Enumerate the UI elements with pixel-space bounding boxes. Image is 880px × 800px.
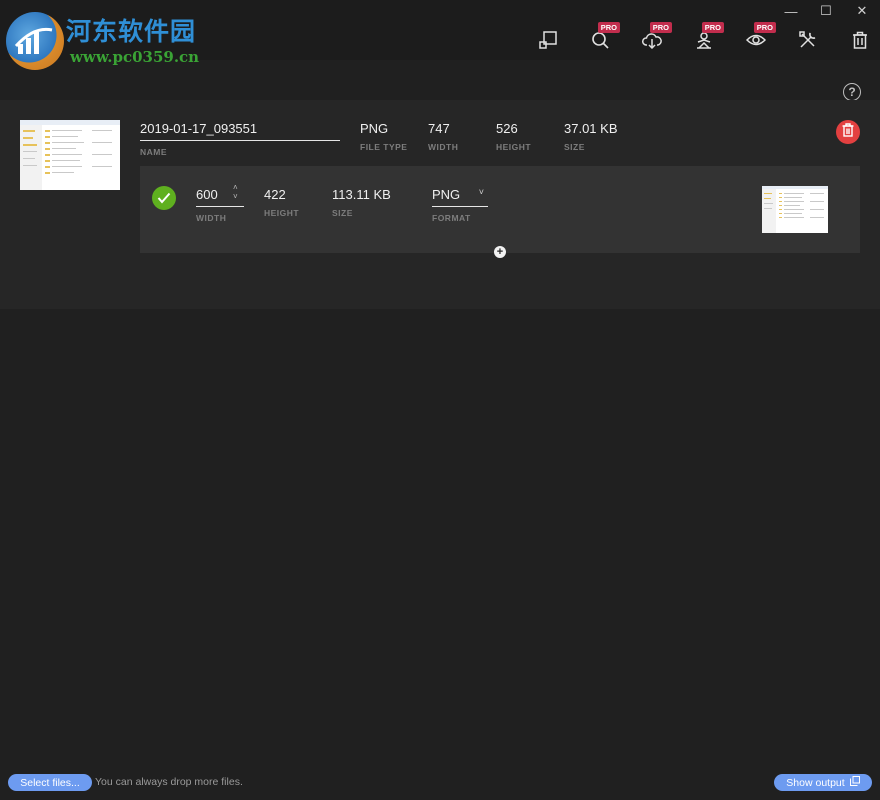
tools-button[interactable]	[792, 22, 824, 54]
tools-icon	[799, 23, 817, 54]
output-height-value: 422	[264, 187, 286, 202]
file-width-label: WIDTH	[428, 142, 459, 152]
copy-icon	[849, 776, 860, 789]
format-value: PNG	[432, 187, 461, 202]
pro-badge: PRO	[597, 22, 620, 33]
search-tool-button[interactable]: PRO	[584, 22, 620, 54]
maximize-button[interactable]: ☐	[816, 2, 836, 20]
help-button[interactable]: ?	[843, 83, 861, 101]
file-width-field: 747 WIDTH	[428, 121, 458, 152]
watermark-url: www.pc0359.cn	[70, 48, 200, 66]
watermark-title: 河东软件园	[66, 17, 197, 46]
chevron-down-icon: ˅	[478, 187, 484, 197]
trash-icon	[852, 23, 868, 54]
file-height-label: HEIGHT	[496, 142, 532, 152]
output-height-field: 422 HEIGHT	[264, 187, 299, 218]
filter-tool-button[interactable]: PRO	[688, 22, 724, 54]
title-bar: 河东软件园 www.pc0359.cn — ☐ ✕ PRO PRO PRO PR…	[0, 0, 880, 70]
file-height-field: 526 HEIGHT	[496, 121, 531, 152]
file-name-field: 2019-01-17_093551 NAME	[140, 121, 340, 157]
trash-icon	[842, 122, 854, 142]
output-size-label: SIZE	[332, 208, 353, 218]
output-format-field: PNG ˅ FORMAT	[432, 187, 488, 223]
cloud-download-tool-button[interactable]: PRO	[636, 22, 672, 54]
success-check-icon	[152, 186, 176, 210]
output-width-value: 600	[196, 187, 218, 202]
file-type-field: PNG FILE TYPE	[360, 121, 407, 152]
watermark-logo	[6, 12, 64, 70]
output-size-field: 113.11 KB SIZE	[332, 187, 391, 218]
stepper-down-icon[interactable]: ˅	[233, 192, 238, 201]
file-name-input[interactable]: 2019-01-17_093551	[140, 121, 340, 141]
file-height-value: 526	[496, 121, 518, 136]
file-size-value: 37.01 KB	[564, 121, 618, 136]
width-stepper[interactable]: ˄ ˅	[233, 183, 238, 201]
add-output-button[interactable]: +	[494, 246, 506, 258]
watermark: 河东软件园 www.pc0359.cn	[4, 8, 264, 70]
file-size-label: SIZE	[564, 142, 585, 152]
select-files-button[interactable]: Select files...	[8, 774, 92, 791]
file-item: 2019-01-17_093551 NAME PNG FILE TYPE 747…	[0, 100, 880, 309]
pro-badge: PRO	[753, 22, 776, 33]
pro-badge: PRO	[701, 22, 724, 33]
clear-all-button[interactable]	[844, 22, 876, 54]
file-type-label: FILE TYPE	[360, 142, 408, 152]
output-width-field: 600 ˄ ˅ WIDTH	[196, 183, 244, 223]
file-name-label: NAME	[140, 147, 168, 157]
delete-file-button[interactable]	[836, 120, 860, 144]
output-row: 600 ˄ ˅ WIDTH 422 HEIGHT 113.11 KB SIZE …	[140, 166, 860, 253]
output-width-label: WIDTH	[196, 213, 227, 223]
resize-icon	[539, 23, 557, 54]
output-size-value: 113.11 KB	[332, 187, 391, 202]
stepper-up-icon[interactable]: ˄	[233, 183, 238, 192]
close-button[interactable]: ✕	[852, 2, 872, 20]
show-output-label: Show output	[786, 776, 845, 789]
output-height-label: HEIGHT	[264, 208, 300, 218]
minimize-button[interactable]: —	[781, 2, 801, 20]
resize-tool-button[interactable]	[532, 22, 564, 54]
source-thumbnail[interactable]	[20, 120, 120, 190]
pro-badge: PRO	[649, 22, 672, 33]
drop-hint: You can always drop more files.	[95, 776, 243, 788]
show-output-button[interactable]: Show output	[774, 774, 872, 791]
output-width-input[interactable]: 600 ˄ ˅	[196, 183, 244, 207]
output-thumbnail[interactable]	[762, 186, 828, 233]
file-type-value: PNG	[360, 121, 389, 136]
preview-tool-button[interactable]: PRO	[740, 22, 776, 54]
file-width-value: 747	[428, 121, 450, 136]
format-label: FORMAT	[432, 213, 471, 223]
format-select[interactable]: PNG ˅	[432, 187, 488, 207]
file-size-field: 37.01 KB SIZE	[564, 121, 618, 152]
